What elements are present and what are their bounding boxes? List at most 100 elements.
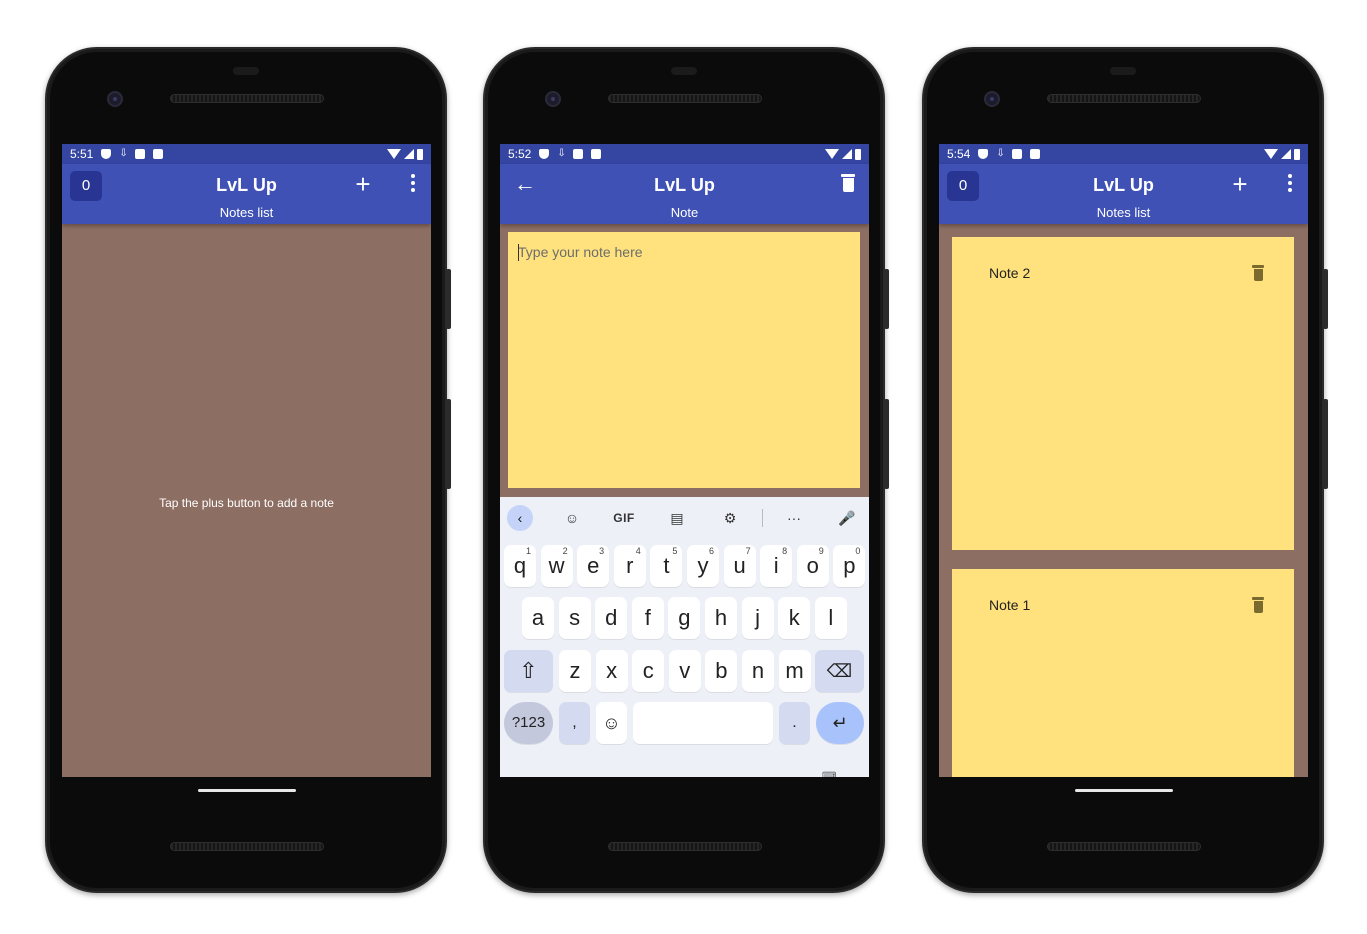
key-number-hint: 9	[818, 546, 824, 556]
note-title: Note 2	[989, 265, 1031, 281]
key-w[interactable]: w2	[540, 545, 573, 587]
page-subtitle: Note	[670, 205, 699, 220]
key-number-hint: 0	[855, 546, 861, 556]
key-letter: p	[843, 553, 856, 578]
trash-icon[interactable]	[1252, 597, 1264, 613]
key-f[interactable]: f	[631, 597, 664, 639]
note-card[interactable]: Note 1	[952, 569, 1294, 777]
key-letter: e	[587, 553, 600, 578]
key-i[interactable]: i8	[760, 545, 793, 587]
add-note-button[interactable]: +	[351, 168, 375, 200]
space-key[interactable]	[633, 702, 773, 744]
key-b[interactable]: b	[705, 650, 738, 692]
key-m[interactable]: m	[778, 650, 811, 692]
key-l[interactable]: l	[814, 597, 847, 639]
key-j[interactable]: j	[741, 597, 774, 639]
status-bar: 5:52 ⇩	[500, 144, 869, 164]
signal-icon	[404, 149, 414, 159]
key-letter: t	[663, 553, 670, 578]
phone-frame-note-editor: 5:52 ⇩ ← LvL Up Note Type your note here	[483, 47, 889, 893]
key-u[interactable]: u7	[723, 545, 756, 587]
app-title: LvL Up	[1093, 175, 1154, 195]
key-d[interactable]: d	[595, 597, 628, 639]
symbols-key[interactable]: ?123	[504, 702, 553, 744]
chevron-down-icon[interactable]: ⌄	[532, 771, 542, 777]
key-h[interactable]: h	[705, 597, 737, 639]
status-bar: 5:51 ⇩	[62, 144, 431, 164]
bottom-speaker	[1047, 842, 1201, 851]
key-number-hint: 5	[672, 546, 678, 556]
note-card[interactable]: Note 2	[952, 237, 1294, 550]
phone-frame-empty-list: 5:51 ⇩ 0 LvL Up Notes list + Tap the plu…	[45, 47, 451, 893]
add-note-button[interactable]: +	[1228, 168, 1252, 200]
key-letter: r	[626, 553, 634, 578]
key-g[interactable]: g	[668, 597, 701, 639]
key-letter: i	[773, 553, 779, 578]
key-k[interactable]: k	[778, 597, 811, 639]
key-s[interactable]: s	[558, 597, 591, 639]
key-number-hint: 3	[599, 546, 605, 556]
enter-key[interactable]: ↵	[816, 702, 864, 744]
screen: 5:51 ⇩ 0 LvL Up Notes list + Tap the plu…	[62, 144, 431, 777]
keyboard-switch-icon[interactable]: ⌨	[822, 771, 836, 777]
app-title: LvL Up	[216, 175, 277, 195]
key-t[interactable]: t5	[650, 545, 683, 587]
clipboard-icon[interactable]: ▤	[664, 505, 690, 531]
key-a[interactable]: a	[522, 597, 554, 639]
period-key[interactable]: .	[779, 702, 810, 744]
key-e[interactable]: e3	[577, 545, 610, 587]
key-letter: o	[806, 553, 819, 578]
home-indicator[interactable]	[1075, 789, 1173, 792]
comma-key[interactable]: ,	[559, 702, 590, 744]
more-options-icon[interactable]	[1286, 174, 1294, 194]
delete-note-icon[interactable]	[841, 174, 855, 192]
key-z[interactable]: z	[559, 650, 591, 692]
key-n[interactable]: n	[742, 650, 774, 692]
app-bar: ← LvL Up Note	[500, 164, 869, 224]
sticker-icon[interactable]: ☺	[559, 505, 585, 531]
key-v[interactable]: v	[668, 650, 701, 692]
gif-button[interactable]: GIF	[611, 505, 637, 531]
more-options-icon[interactable]	[409, 174, 417, 194]
key-q[interactable]: q1	[504, 545, 536, 587]
key-r[interactable]: r4	[613, 545, 646, 587]
key-x[interactable]: x	[595, 650, 628, 692]
chevron-left-icon[interactable]: ‹	[507, 505, 533, 531]
key-y[interactable]: y6	[687, 545, 719, 587]
speaker-grille	[608, 94, 762, 103]
earpiece	[233, 67, 259, 75]
key-o[interactable]: o9	[796, 545, 829, 587]
gear-icon[interactable]: ⚙	[717, 505, 743, 531]
key-number-hint: 8	[782, 546, 788, 556]
key-c[interactable]: c	[632, 650, 665, 692]
key-p[interactable]: p0	[833, 545, 866, 587]
key-number-hint: 1	[525, 546, 531, 556]
microphone-icon[interactable]: 🎤	[834, 505, 860, 531]
text-a-icon	[591, 149, 602, 159]
backspace-key[interactable]: ⌫	[815, 650, 864, 692]
page-subtitle: Notes list	[1096, 205, 1151, 220]
sd-card-icon	[135, 149, 146, 159]
screen: 5:54 ⇩ 0 LvL Up Notes list + Note 2 Note…	[939, 144, 1308, 777]
sd-card-icon	[1012, 149, 1023, 159]
page-subtitle: Notes list	[219, 205, 274, 220]
volume-button	[446, 399, 451, 489]
power-button	[884, 269, 889, 329]
download-icon: ⇩	[996, 148, 1005, 159]
app-bar: 0 LvL Up Notes list +	[939, 164, 1308, 224]
key-letter: u	[733, 553, 746, 578]
wifi-icon	[1264, 149, 1278, 159]
status-bar: 5:54 ⇩	[939, 144, 1308, 164]
status-time: 5:54	[947, 147, 971, 161]
note-text-input[interactable]: Type your note here	[508, 232, 860, 488]
shift-key[interactable]: ⇧	[504, 650, 553, 692]
home-indicator[interactable]	[198, 789, 296, 792]
trash-icon[interactable]	[1252, 265, 1264, 281]
note-title: Note 1	[989, 597, 1031, 613]
empty-state-message: Tap the plus button to add a note	[159, 496, 334, 510]
text-a-icon	[153, 149, 164, 159]
emoji-key[interactable]: ☺	[596, 702, 627, 744]
more-icon[interactable]: ···	[781, 505, 807, 531]
shield-icon	[539, 149, 550, 159]
key-letter: q	[513, 553, 527, 578]
